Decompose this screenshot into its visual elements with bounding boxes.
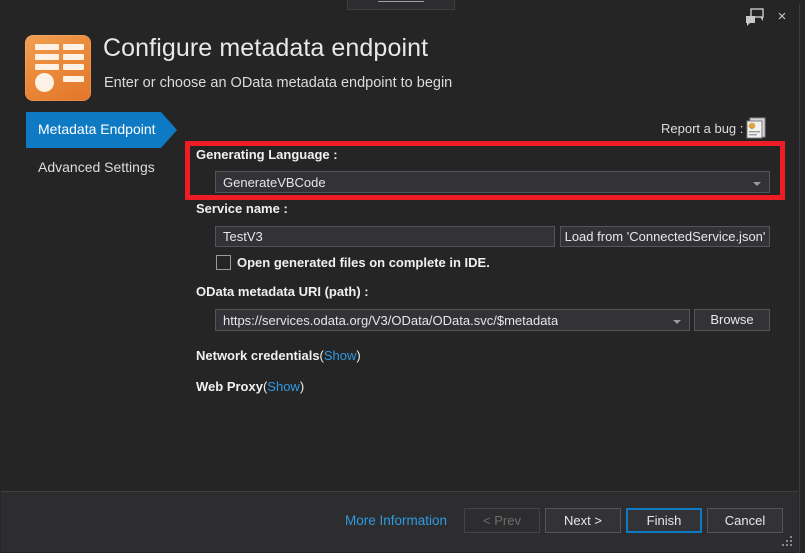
nav-item-label: Metadata Endpoint — [38, 121, 156, 137]
generating-language-dropdown[interactable]: GenerateVBCode — [215, 171, 770, 193]
title-bar: × — [0, 0, 805, 34]
odata-metadata-icon — [25, 35, 91, 101]
network-credentials-show-link[interactable]: Show — [324, 348, 357, 363]
page-title: Configure metadata endpoint — [103, 34, 429, 62]
wizard-nav: Metadata Endpoint Advanced Settings — [0, 112, 190, 188]
cancel-button[interactable]: Cancel — [707, 508, 783, 533]
metadata-uri-value: https://services.odata.org/V3/OData/ODat… — [223, 313, 559, 328]
network-credentials-label: Network credentials — [196, 348, 320, 363]
icon-dot — [35, 73, 54, 92]
close-paren: ) — [356, 348, 361, 363]
feedback-icon[interactable] — [744, 8, 766, 26]
prev-button[interactable]: < Prev — [464, 508, 540, 533]
tab-stub — [347, 0, 455, 10]
service-name-input[interactable] — [215, 226, 555, 247]
nav-item-label: Advanced Settings — [38, 159, 155, 175]
generating-language-value: GenerateVBCode — [223, 175, 326, 190]
network-credentials-row: Network credentials(Show) — [196, 348, 361, 363]
chevron-down-icon — [673, 320, 681, 324]
nav-item-metadata-endpoint[interactable]: Metadata Endpoint — [0, 112, 190, 148]
wizard-dialog: × Configure metadata endpoint Enter or c… — [0, 0, 805, 553]
metadata-uri-label: OData metadata URI (path) : — [196, 284, 369, 299]
generating-language-label: Generating Language : — [196, 147, 338, 162]
close-icon[interactable]: × — [772, 8, 792, 26]
browse-button[interactable]: Browse — [694, 309, 770, 331]
finish-button[interactable]: Finish — [626, 508, 702, 533]
nav-item-arrow — [161, 112, 177, 148]
page-subtitle: Enter or choose an OData metadata endpoi… — [104, 75, 453, 91]
chevron-down-icon — [753, 182, 761, 186]
nav-item-advanced-settings[interactable]: Advanced Settings — [0, 150, 190, 186]
web-proxy-row: Web Proxy(Show) — [196, 379, 304, 394]
bug-report-page-icon[interactable] — [746, 117, 768, 139]
more-information-link[interactable]: More Information — [345, 513, 447, 528]
web-proxy-label: Web Proxy — [196, 379, 263, 394]
resize-grip[interactable] — [782, 536, 794, 548]
load-from-connected-service-button[interactable]: Load from 'ConnectedService.json' — [560, 226, 770, 247]
open-generated-files-checkbox[interactable] — [216, 255, 231, 270]
close-paren: ) — [299, 379, 305, 394]
open-generated-files-label[interactable]: Open generated files on complete in IDE. — [237, 255, 490, 270]
report-bug-label: Report a bug : — [661, 121, 744, 136]
next-button[interactable]: Next > — [545, 508, 621, 533]
service-name-label: Service name : — [196, 201, 288, 216]
web-proxy-show-link[interactable]: Show — [267, 379, 300, 394]
metadata-uri-combobox[interactable]: https://services.odata.org/V3/OData/ODat… — [215, 309, 690, 331]
